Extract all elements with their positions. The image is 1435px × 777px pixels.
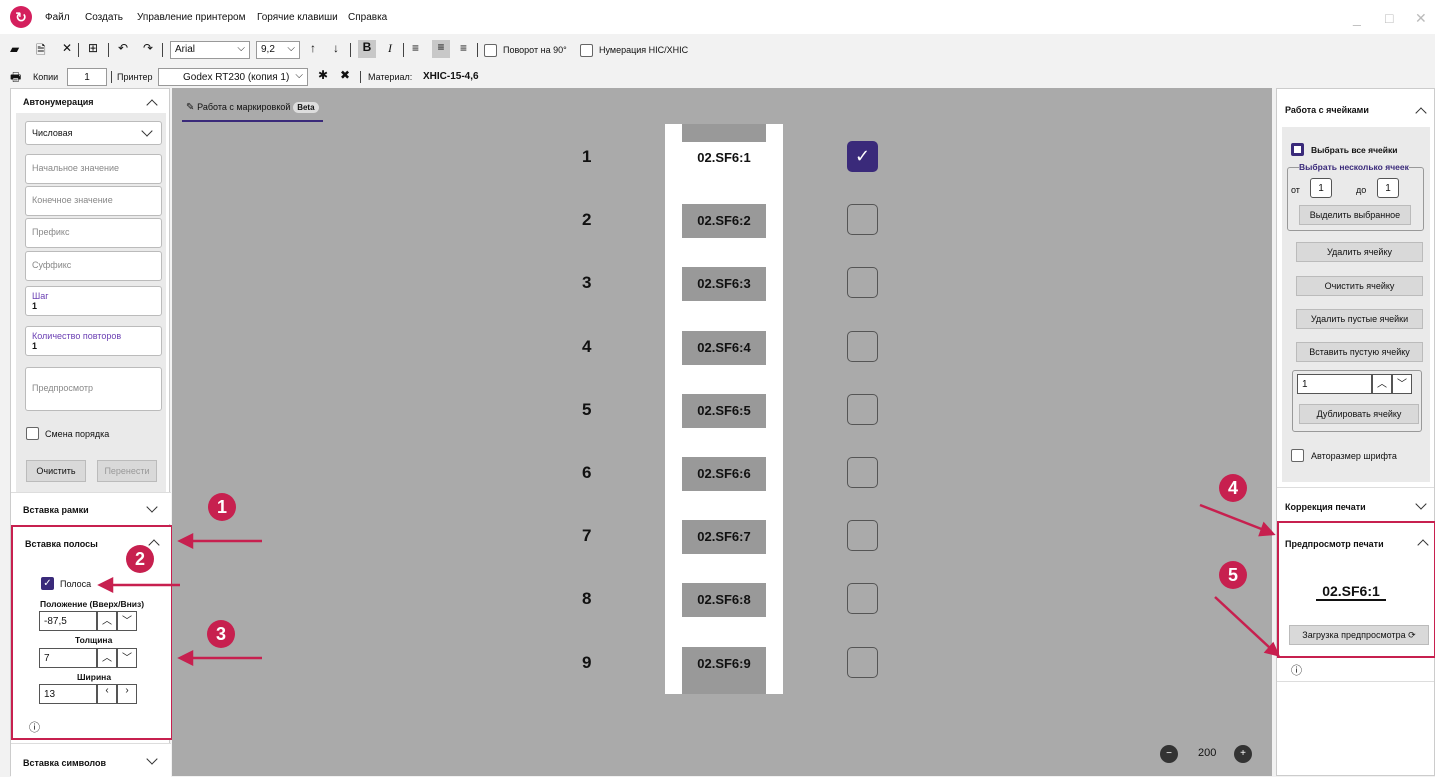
annotation-marker-1: 1: [208, 493, 236, 521]
annotation-marker-5: 5: [1219, 561, 1247, 589]
annotation-marker-2: 2: [126, 545, 154, 573]
annotation-arrows: [97, 503, 1281, 667]
annotation-marker-4: 4: [1219, 474, 1247, 502]
annotation-marker-3: 3: [207, 620, 235, 648]
